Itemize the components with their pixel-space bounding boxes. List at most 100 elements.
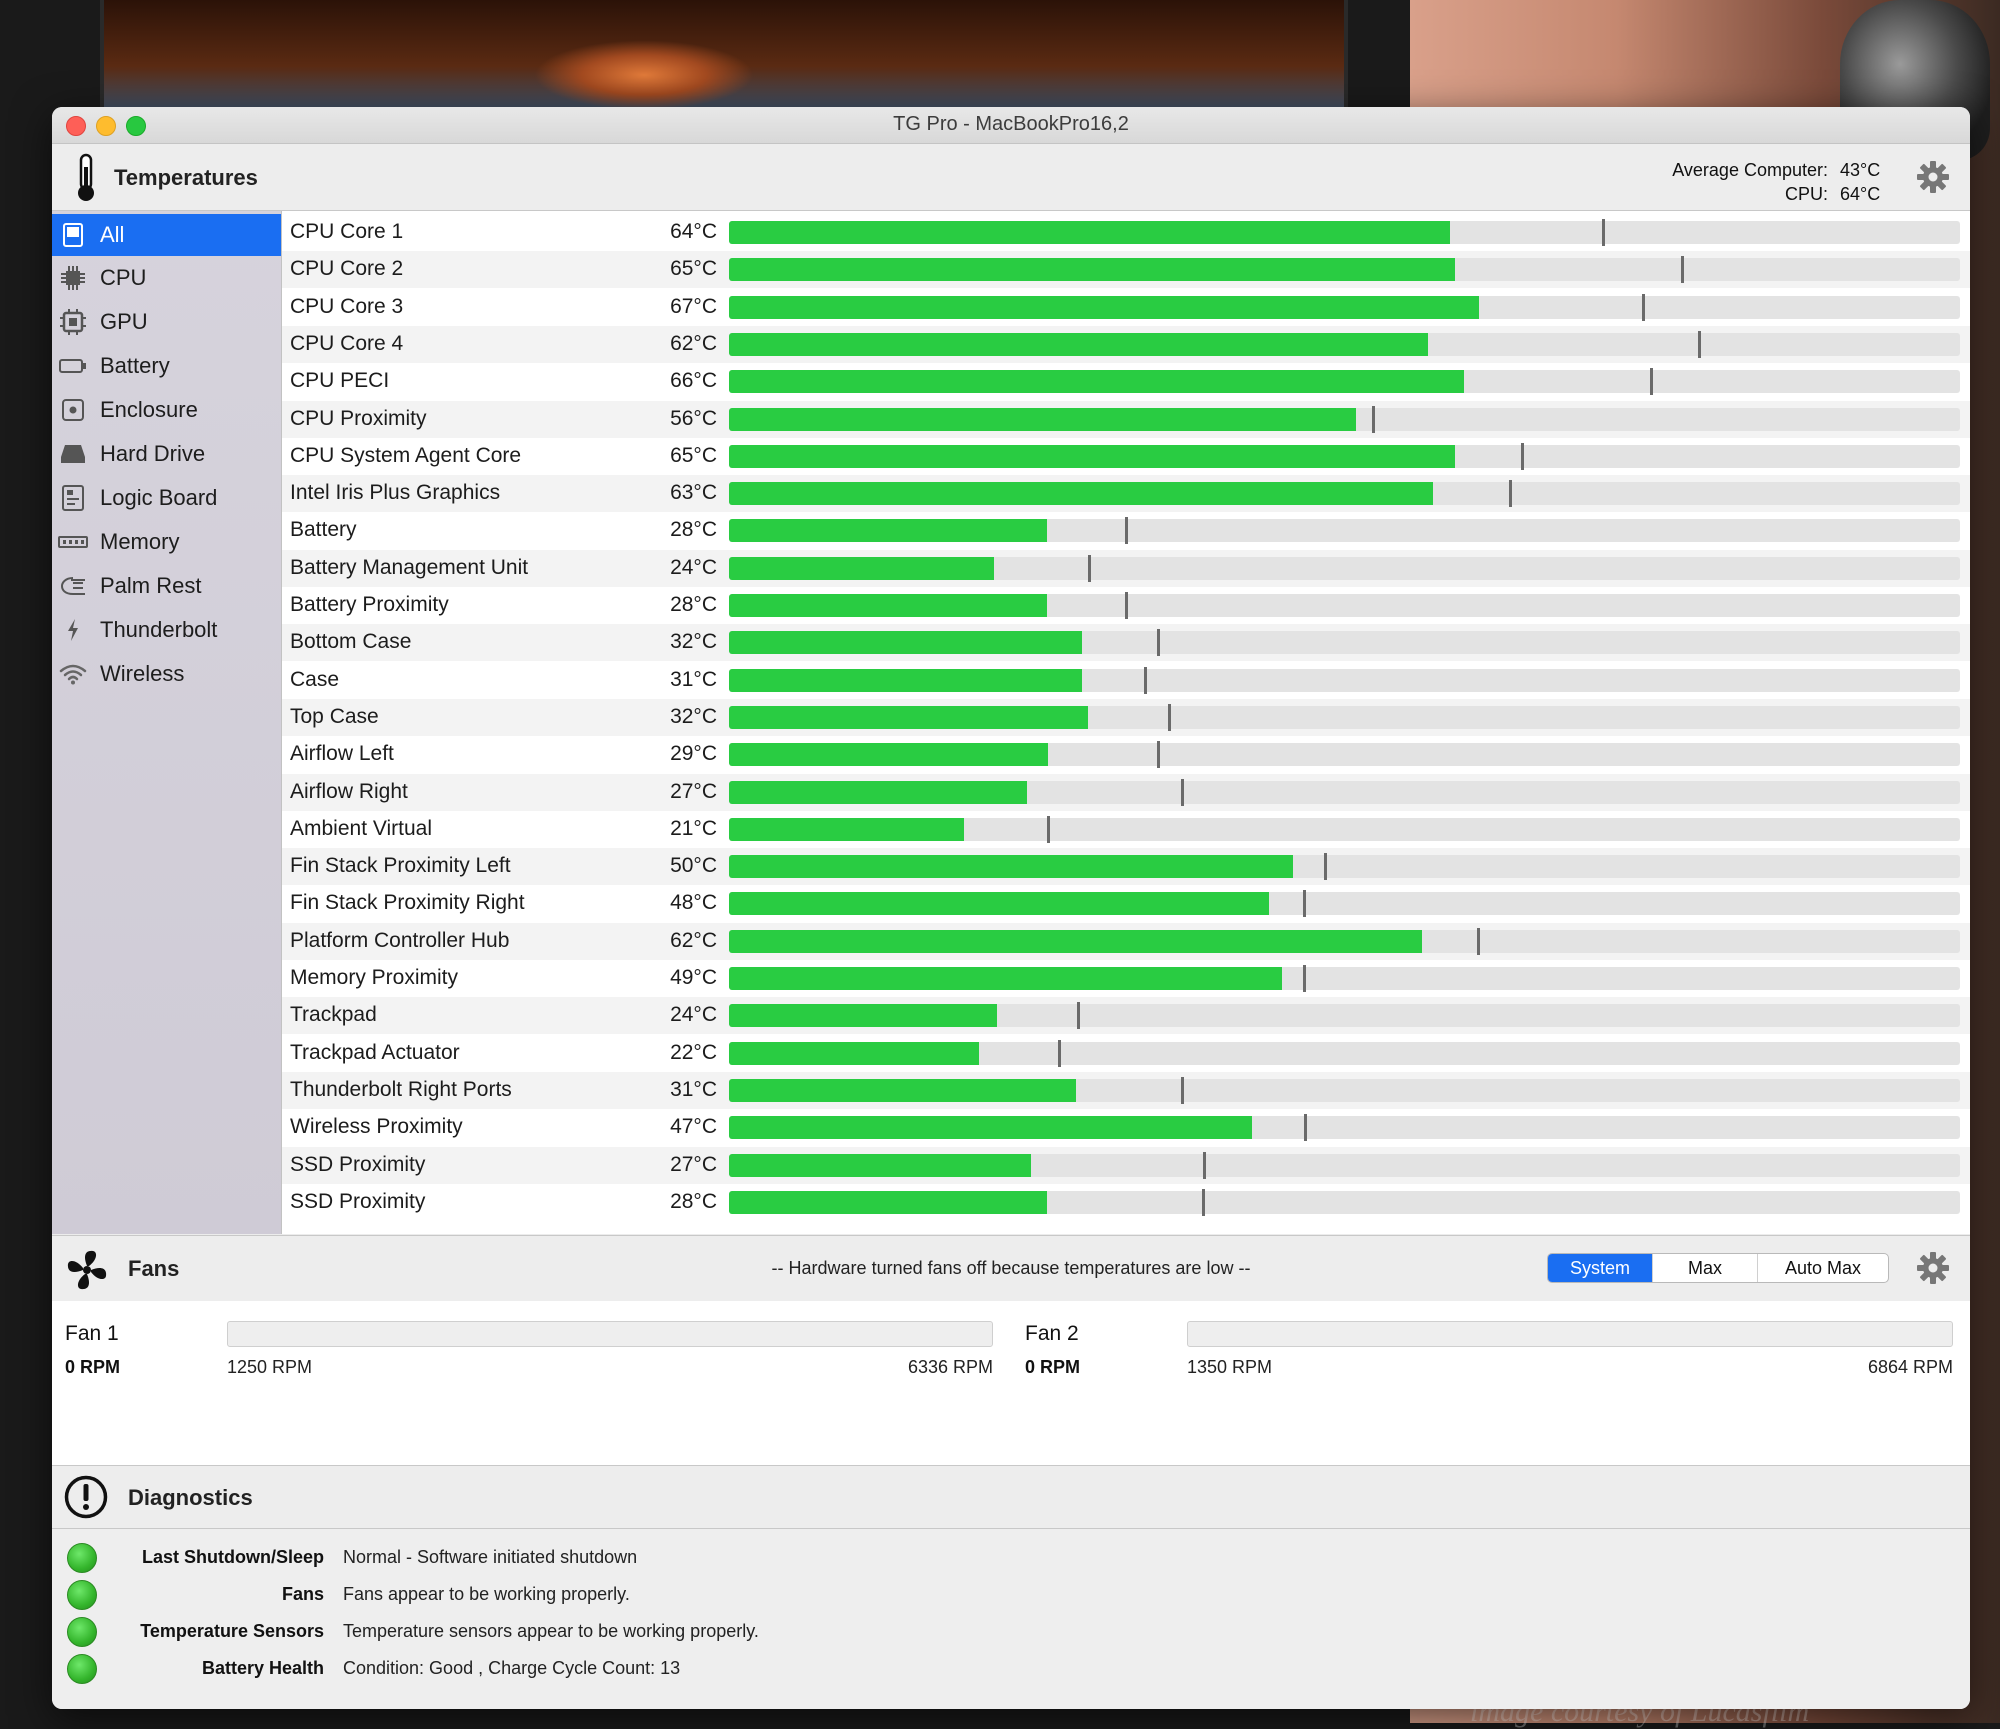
sensor-row[interactable]: Thunderbolt Right Ports 31°C [282,1071,1970,1109]
sidebar-item-wireless[interactable]: Wireless [52,653,281,695]
temperature-bar-fill [729,370,1464,394]
sidebar-item-memory[interactable]: Memory [52,521,281,563]
sensor-row[interactable]: Battery Proximity 28°C [282,587,1970,624]
diagnostic-label: Last Shutdown/Sleep [141,1547,324,1567]
sensor-row[interactable]: SSD Proximity 27°C [282,1146,1970,1184]
sensor-name: Trackpad [290,1003,377,1027]
temperature-bar-fill [729,1116,1253,1140]
sidebar-item-label: GPU [100,309,148,334]
temperature-bar-fill [729,929,1423,953]
exclamation-icon [64,1475,108,1519]
thunderbolt-icon [58,615,88,645]
sensor-name: SSD Proximity [290,1152,426,1176]
sensor-name: CPU Core 1 [290,220,404,243]
fan-1-label: Fan 1 [65,1322,119,1345]
sensor-row[interactable]: Trackpad 24°C [282,997,1970,1035]
sensor-value: 28°C [670,518,717,542]
fan-mode-auto-max[interactable]: Auto Max [1757,1254,1888,1282]
sensor-value: 32°C [670,630,717,654]
sidebar-item-enclosure[interactable]: Enclosure [52,389,281,431]
sensor-row[interactable]: Trackpad Actuator 22°C [282,1035,1970,1072]
temperature-bar-fill [729,1078,1077,1102]
temperature-bar-fill [729,967,1282,990]
sidebar-item-battery[interactable]: Battery [52,345,281,387]
sensor-row[interactable]: Ambient Virtual 21°C [282,811,1970,848]
fan-2-min: 1350 RPM [1187,1357,1273,1377]
temperature-bar [729,554,1960,582]
temperature-bar [729,1002,1960,1030]
logic-board-icon [58,483,88,513]
max-temperature-marker [1520,442,1524,470]
status-ok-icon [67,1580,97,1610]
diagnostics-panel: Last Shutdown/Sleep Normal - Software in… [52,1529,1970,1709]
temperature-bar-fill [729,780,1027,804]
fans-gear-icon[interactable] [1916,1251,1950,1285]
sensor-name: Platform Controller Hub [290,928,510,952]
fans-header: Fans -- Hardware turned fans off because… [52,1235,1970,1302]
diagnostic-label: Temperature Sensors [140,1621,324,1641]
sensor-row[interactable]: CPU Core 1 64°C [282,214,1970,251]
sensor-row[interactable]: Battery Management Unit 24°C [282,549,1970,587]
temperature-bar-fill [729,444,1456,468]
desktop-wallpaper-left [100,0,1348,120]
max-temperature-marker [1157,629,1161,657]
window-title: TG Pro - MacBookPro16,2 [893,113,1129,135]
sensor-row[interactable]: Wireless Proximity 47°C [282,1109,1970,1146]
sensor-value: 47°C [670,1115,717,1139]
sensor-row[interactable]: Case 31°C [282,662,1970,699]
temperature-bar [729,256,1960,284]
sensor-row[interactable]: Airflow Left 29°C [282,736,1970,773]
sensor-name: Airflow Right [290,779,408,803]
sensor-value: 50°C [670,854,717,878]
temperature-bar-fill [729,221,1451,244]
sensor-row[interactable]: CPU Core 3 67°C [282,289,1970,326]
sensor-row[interactable]: SSD Proximity 28°C [282,1184,1970,1221]
sidebar-item-thunderbolt[interactable]: Thunderbolt [52,609,281,651]
temperature-bar-fill [729,482,1434,506]
palm-rest-icon [58,571,88,601]
fan-mode-system[interactable]: System [1548,1254,1652,1282]
sensor-row[interactable]: CPU Core 4 62°C [282,325,1970,363]
temperature-bar [729,890,1960,918]
gear-icon[interactable] [1916,160,1950,194]
sidebar-item-hard-drive[interactable]: Hard Drive [52,433,281,475]
sensor-name: CPU System Agent Core [290,443,522,467]
sensor-row[interactable]: Platform Controller Hub 62°C [282,922,1970,960]
sensor-row[interactable]: CPU Core 2 65°C [282,251,1970,289]
sensor-row[interactable]: Airflow Right 27°C [282,773,1970,811]
sensor-row[interactable]: CPU PECI 66°C [282,363,1970,400]
sensor-row[interactable]: Top Case 32°C [282,698,1970,736]
sensor-row[interactable]: Intel Iris Plus Graphics 63°C [282,475,1970,513]
sensor-row[interactable]: Bottom Case 32°C [282,624,1970,662]
sidebar-item-label: Palm Rest [100,573,202,598]
sensor-row[interactable]: Battery 28°C [282,512,1970,549]
max-temperature-marker [1202,1151,1206,1179]
sidebar-item-all[interactable]: All [52,214,281,256]
temperature-bar-fill [729,519,1047,543]
sensor-row[interactable]: CPU System Agent Core 65°C [282,438,1970,475]
sensor-name: Battery Proximity [290,593,449,616]
temperature-bar [729,405,1960,433]
sensor-list: CPU Core 1 64°C CPU Core 2 65°C CPU Core 3 67… [282,211,1970,1234]
diagnostic-label: Fans [281,1584,324,1604]
max-temperature-marker [1303,1114,1307,1142]
sidebar-item-palm-rest[interactable]: Palm Rest [52,565,281,607]
sensor-row[interactable]: Fin Stack Proximity Right 48°C [282,885,1970,922]
fan-mode-max[interactable]: Max [1652,1254,1757,1282]
sensor-value: 62°C [670,331,717,355]
sensor-row[interactable]: CPU Proximity 56°C [282,400,1970,438]
temperature-bar [729,815,1960,843]
temperature-bar-fill [729,855,1293,879]
sidebar-item-logic-board[interactable]: Logic Board [52,477,281,519]
temperature-bar-fill [729,407,1356,431]
sensor-row[interactable]: Memory Proximity 49°C [282,960,1970,997]
sidebar-item-gpu[interactable]: GPU [52,301,281,343]
sensor-row[interactable]: Fin Stack Proximity Left 50°C [282,848,1970,886]
all-icon [58,220,88,250]
fan-1-speed-bar [227,1321,993,1347]
max-temperature-marker [1088,554,1092,582]
memory-icon [58,527,88,557]
sidebar-item-cpu[interactable]: CPU [52,257,281,299]
category-sidebar: All CPU GPU Battery Enclosure Hard Drive… [52,211,282,1234]
temperature-bar-fill [729,668,1083,692]
